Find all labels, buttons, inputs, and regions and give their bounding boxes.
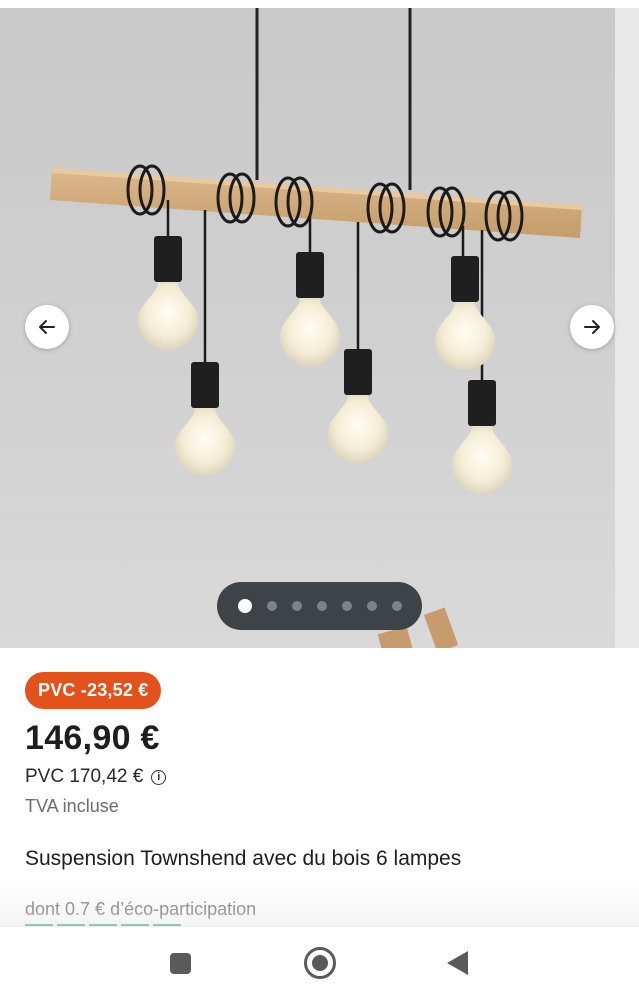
discount-badge: PVC -23,52 € <box>25 672 162 709</box>
product-info: PVC -23,52 € 146,90 € PVC 170,42 € i TVA… <box>25 672 615 927</box>
arrow-left-icon <box>39 320 55 334</box>
reference-price: PVC 170,42 € i <box>25 766 615 788</box>
carousel-dot-5[interactable] <box>341 601 352 611</box>
product-photo <box>0 0 639 648</box>
product-title: Suspension Townshend avec du bois 6 lamp… <box>25 847 462 870</box>
tax-note: TVA incluse <box>25 796 119 816</box>
previous-image-button[interactable] <box>25 305 69 349</box>
carousel-dot-7[interactable] <box>391 601 402 611</box>
product-image-gallery[interactable] <box>0 0 639 648</box>
circle-home-icon[interactable] <box>304 947 336 979</box>
current-price: 146,90 € <box>25 719 160 757</box>
carousel-dot-4[interactable] <box>316 601 327 611</box>
carousel-dot-3[interactable] <box>291 601 302 611</box>
reference-price-text: PVC 170,42 € <box>25 766 144 787</box>
system-navigation-bar <box>0 926 639 1001</box>
carousel-pagination <box>217 582 422 630</box>
square-icon[interactable] <box>170 953 191 974</box>
carousel-dot-1[interactable] <box>237 599 252 613</box>
carousel-dot-6[interactable] <box>366 601 377 611</box>
home-inner-dot <box>312 955 328 971</box>
next-image-button[interactable] <box>570 305 614 349</box>
triangle-back-icon[interactable] <box>447 951 468 975</box>
info-icon[interactable]: i <box>151 769 167 785</box>
carousel-dot-2[interactable] <box>266 601 277 611</box>
arrow-right-icon <box>584 320 600 334</box>
eco-participation-text: dont 0.7 € d’éco-participation <box>25 899 257 919</box>
